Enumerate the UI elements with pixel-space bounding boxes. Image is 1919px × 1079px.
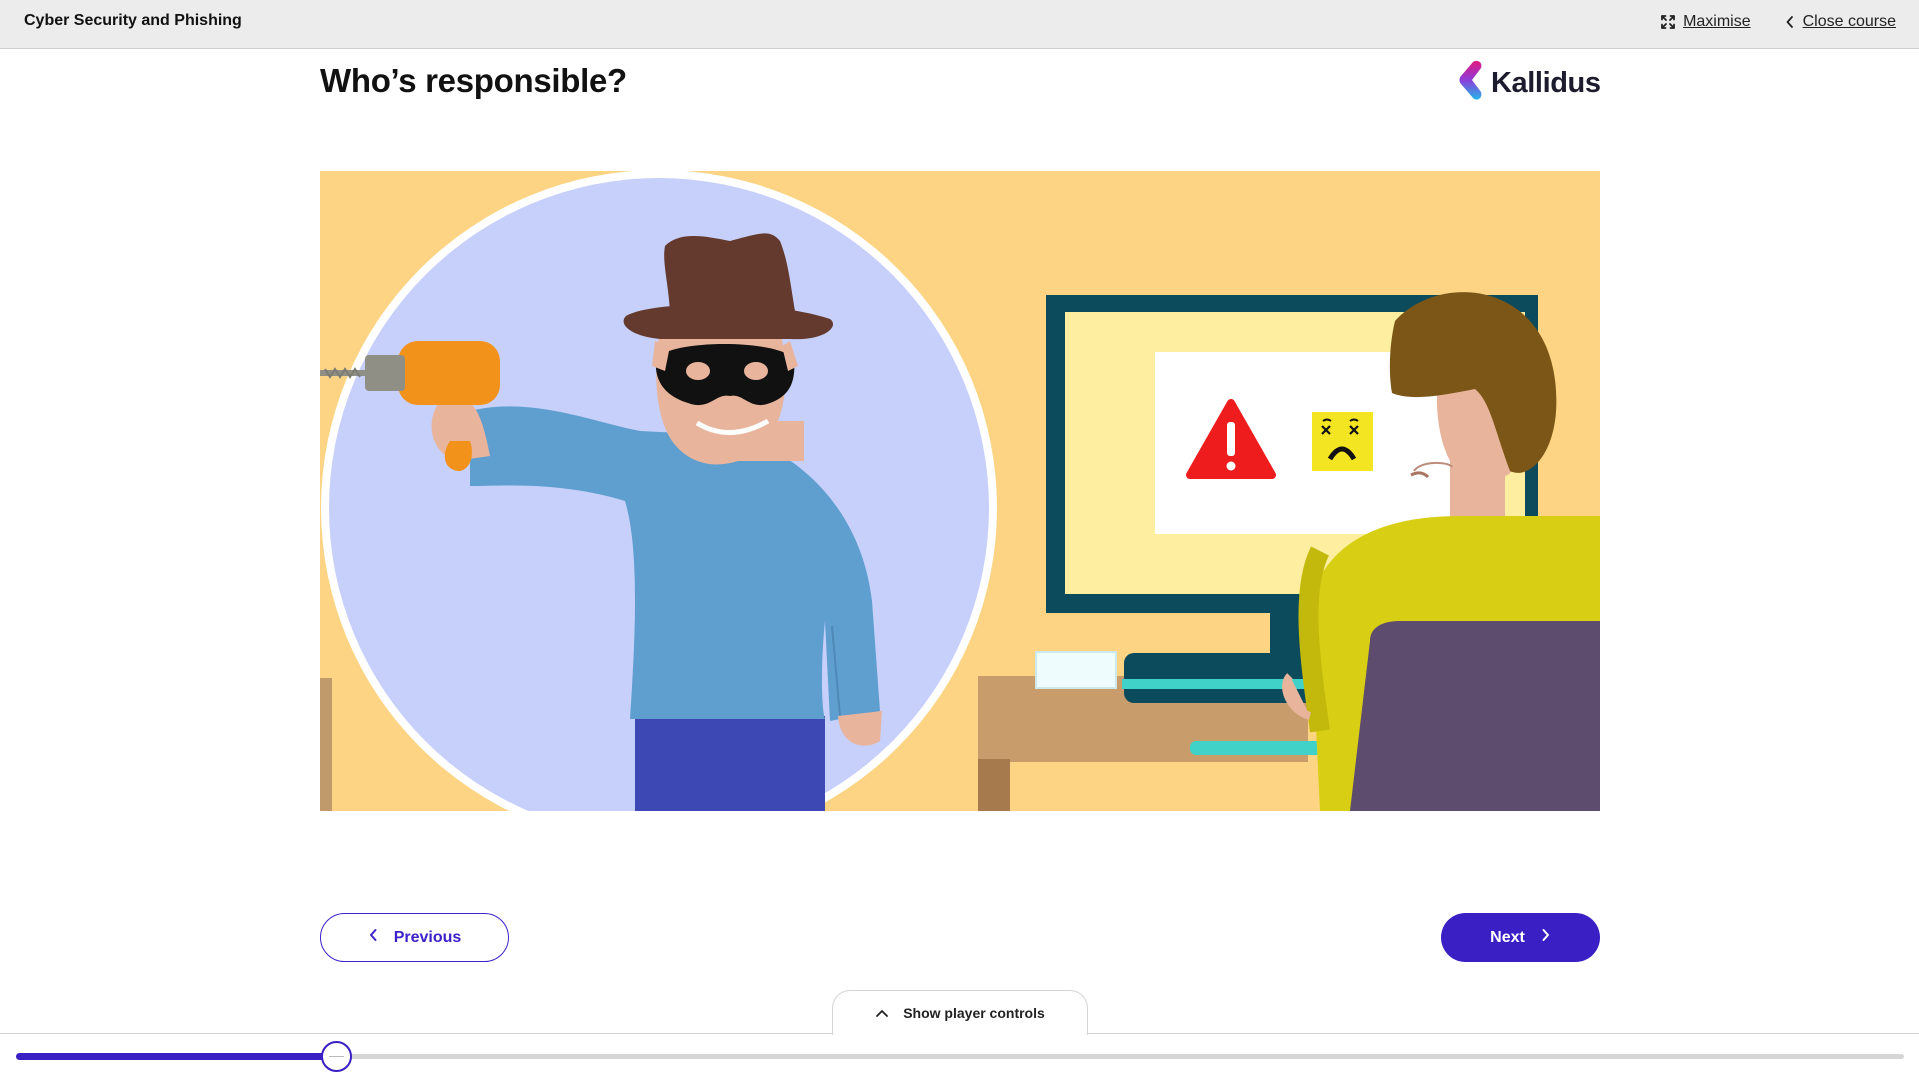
progress-fill [16, 1053, 337, 1060]
chevron-left-icon [1785, 15, 1795, 29]
close-course-button[interactable]: Close course [1785, 13, 1896, 31]
slide-heading: Who’s responsible? [320, 62, 627, 99]
chevron-left-icon [368, 927, 378, 948]
previous-button[interactable]: Previous [320, 913, 509, 962]
show-player-controls-button[interactable]: Show player controls [832, 990, 1088, 1035]
next-button-label: Next [1490, 928, 1525, 946]
slide-illustration [320, 171, 1600, 811]
maximise-button[interactable]: Maximise [1661, 13, 1751, 31]
next-button[interactable]: Next [1441, 913, 1600, 962]
course-title: Cyber Security and Phishing [24, 12, 242, 29]
top-bar: Cyber Security and Phishing Maximise Clo… [0, 0, 1919, 49]
top-actions: Maximise Close course [1661, 13, 1896, 31]
kallidus-logo-text: Kallidus [1491, 67, 1601, 99]
maximise-label: Maximise [1683, 13, 1751, 30]
chevron-up-icon [875, 1005, 889, 1021]
maximise-icon [1661, 15, 1675, 29]
previous-button-label: Previous [393, 928, 462, 946]
kallidus-logo-icon [1455, 60, 1485, 107]
kallidus-logo: Kallidus [1455, 60, 1601, 107]
show-player-controls-label: Show player controls [903, 1005, 1045, 1021]
chevron-right-icon [1541, 927, 1551, 948]
progress-slider-thumb[interactable] [321, 1041, 352, 1072]
close-course-label: Close course [1802, 13, 1896, 30]
